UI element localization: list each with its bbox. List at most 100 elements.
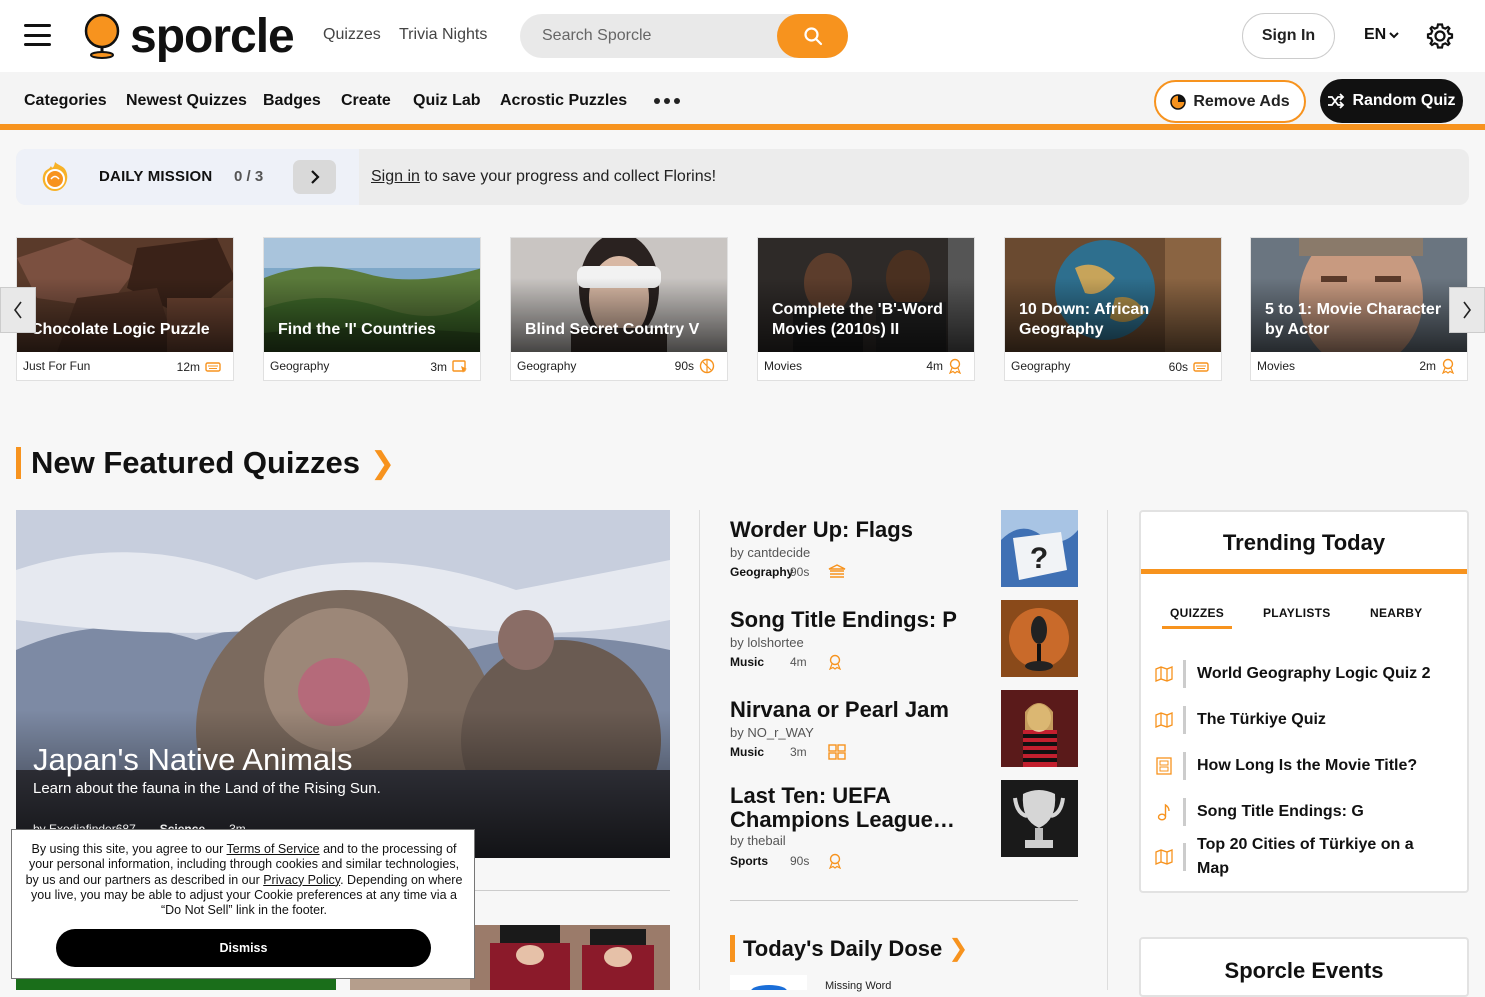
list-quiz-title: Worder Up: Flags	[730, 517, 913, 542]
language-selector[interactable]: EN	[1364, 26, 1399, 44]
tab-quizzes[interactable]: QUIZZES	[1170, 606, 1224, 620]
quiz-thumbnail[interactable]	[16, 978, 336, 990]
list-quiz-time: 3m	[790, 745, 807, 759]
list-item[interactable]: Nirvana or Pearl Jam by NO_r_WAY Music 3m	[730, 690, 1078, 768]
trending-item[interactable]: World Geography Logic Quiz 2	[1155, 660, 1455, 688]
list-quiz-category: Sports	[730, 854, 769, 868]
list-quiz-thumbnail	[1001, 600, 1078, 677]
events-title: Sporcle Events	[1224, 958, 1384, 983]
carousel-card-category: Just For Fun	[23, 359, 91, 373]
nav-newest-quizzes[interactable]: Newest Quizzes	[126, 92, 247, 110]
active-tab-indicator	[1162, 626, 1232, 629]
search-input[interactable]	[520, 14, 780, 58]
carousel-prev-button[interactable]	[0, 287, 36, 333]
carousel-card-category: Movies	[1257, 359, 1296, 373]
remove-ads-button[interactable]: Remove Ads	[1154, 80, 1306, 123]
sporcle-logo[interactable]: sporcle	[84, 10, 295, 63]
trending-item[interactable]: Top 20 Cities of Türkiye on a Map	[1155, 833, 1455, 881]
list-quiz-time: 90s	[790, 565, 810, 579]
tab-playlists[interactable]: PLAYLISTS	[1263, 606, 1331, 620]
carousel-card[interactable]: Complete the 'B'-Word Movies (2010s) II …	[757, 237, 975, 381]
nav-acrostic-puzzles[interactable]: Acrostic Puzzles	[500, 92, 627, 110]
carousel-card-time: 12m	[176, 360, 200, 374]
carousel-card[interactable]: Blind Secret Country V Geography 90s	[510, 237, 728, 381]
daily-mission-bar: DAILY MISSION 0 / 3 Sign in to save your…	[16, 149, 1469, 205]
tab-nearby[interactable]: NEARBY	[1370, 606, 1422, 620]
list-quiz-author[interactable]: by lolshortee	[730, 635, 804, 650]
carousel-card[interactable]: Find the 'I' Countries Geography 3m	[263, 237, 481, 381]
list-quiz-author[interactable]: by cantdecide	[730, 545, 810, 560]
badge-icon	[828, 853, 842, 869]
menu-icon[interactable]	[24, 24, 51, 46]
mission-next-button[interactable]	[293, 160, 336, 194]
nav-categories[interactable]: Categories	[24, 92, 107, 110]
trending-item-separator	[1183, 843, 1186, 871]
cookie-text-part: By using this site, you agree to our	[31, 842, 227, 856]
nav-quiz-lab[interactable]: Quiz Lab	[413, 92, 481, 110]
featured-heading[interactable]: New Featured Quizzes ❯	[16, 445, 395, 480]
trending-item-separator	[1183, 706, 1186, 734]
featured-heading-text: New Featured Quizzes	[31, 445, 361, 480]
trending-item[interactable]: How Long Is the Movie Title?	[1155, 752, 1455, 780]
terms-of-service-link[interactable]: Terms of Service	[227, 842, 320, 856]
trivia-nights-link[interactable]: Trivia Nights	[399, 26, 487, 44]
mission-message-text: to save your progress and collect Florin…	[419, 168, 717, 185]
random-quiz-button[interactable]: Random Quiz	[1320, 79, 1463, 123]
list-item[interactable]: Worder Up: Flags by cantdecide Geography…	[730, 510, 1078, 588]
random-quiz-label: Random Quiz	[1352, 92, 1456, 109]
list-quiz-author[interactable]: by thebail	[730, 833, 786, 848]
keyboard-icon	[205, 362, 221, 372]
list-item[interactable]: Last Ten: UEFA Champions League… by theb…	[730, 780, 1078, 869]
trending-item-title: Top 20 Cities of Türkiye on a Map	[1197, 836, 1414, 877]
florin-coin-icon	[42, 162, 68, 191]
svg-text:?: ?	[1030, 542, 1048, 575]
trending-title: Trending Today	[1222, 530, 1386, 555]
remove-ads-label: Remove Ads	[1193, 92, 1290, 110]
search-icon	[803, 27, 822, 46]
trending-item-separator	[1183, 660, 1186, 688]
hero-subtitle: Learn about the fauna in the Land of the…	[33, 780, 381, 797]
sign-in-button[interactable]: Sign In	[1242, 13, 1335, 59]
hero-quiz[interactable]: Japan's Native Animals Learn about the f…	[16, 510, 670, 858]
list-quiz-category: Music	[730, 655, 765, 669]
carousel-card-meta: 2m	[1419, 358, 1455, 374]
carousel-card[interactable]: 10 Down: African Geography Geography 60s	[1004, 237, 1222, 381]
list-item[interactable]: Song Title Endings: P by lolshortee Musi…	[730, 600, 1078, 678]
gear-icon[interactable]	[1426, 22, 1454, 50]
map-icon	[1155, 849, 1173, 865]
dismiss-button[interactable]: Dismiss	[56, 929, 431, 967]
mission-sign-in-link[interactable]: Sign in	[371, 168, 420, 185]
section-divider	[475, 890, 670, 891]
daily-dose-heading-text: Today's Daily Dose	[743, 935, 943, 961]
list-quiz-author[interactable]: by NO_r_WAY	[730, 725, 814, 740]
daily-dose-thumbnail[interactable]	[730, 975, 807, 990]
privacy-policy-link[interactable]: Privacy Policy	[263, 873, 340, 887]
carousel-card-time: 4m	[926, 359, 943, 373]
more-icon[interactable]	[654, 98, 680, 104]
carousel-card[interactable]: 5 to 1: Movie Character by Actor Movies …	[1250, 237, 1468, 381]
trending-item[interactable]: Song Title Endings: G	[1155, 798, 1455, 826]
carousel-card-time: 2m	[1419, 359, 1436, 373]
list-quiz-info: Sports 90s	[730, 853, 842, 869]
nav-badges[interactable]: Badges	[263, 92, 321, 110]
grid-icon	[828, 744, 846, 760]
list-quiz-title: Nirvana or Pearl Jam	[730, 697, 949, 722]
list-quiz-time: 90s	[790, 854, 810, 868]
trending-panel: Trending Today QUIZZES PLAYLISTS NEARBY …	[1139, 510, 1469, 893]
carousel-card-time: 90s	[674, 359, 694, 373]
trending-item[interactable]: The Türkiye Quiz	[1155, 706, 1455, 734]
nav-create[interactable]: Create	[341, 92, 391, 110]
carousel-card-title: Complete the 'B'-Word Movies (2010s) II	[772, 301, 943, 338]
carousel-next-button[interactable]	[1449, 287, 1485, 333]
film-icon	[1156, 757, 1172, 775]
search-button[interactable]	[777, 14, 848, 58]
carousel-card-category: Geography	[270, 359, 330, 373]
chevron-right-icon	[310, 170, 320, 184]
search-bar	[520, 14, 848, 58]
trending-item-separator	[1183, 752, 1186, 780]
quizzes-link[interactable]: Quizzes	[323, 26, 381, 44]
carousel-card[interactable]: Chocolate Logic Puzzle Just For Fun 12m	[16, 237, 234, 381]
category-nav: Categories Newest Quizzes Badges Create …	[0, 72, 1485, 130]
carousel-card-title: Blind Secret Country V	[525, 321, 700, 338]
daily-dose-heading[interactable]: Today's Daily Dose ❯	[730, 934, 968, 963]
